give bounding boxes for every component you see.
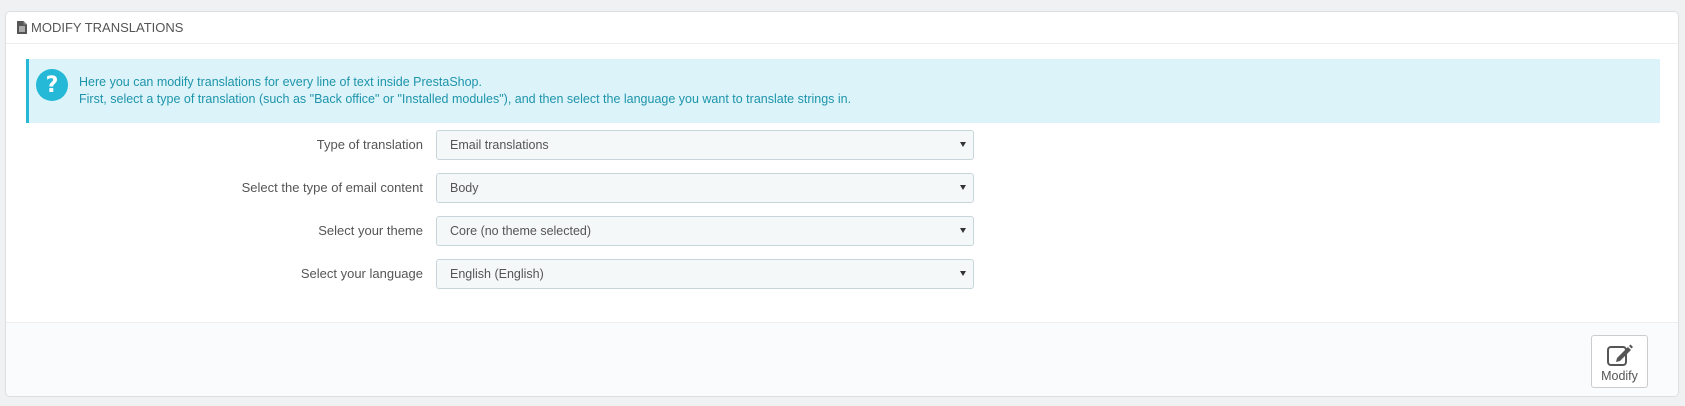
- panel-heading: MODIFY TRANSLATIONS: [6, 12, 1678, 44]
- theme-label: Select your theme: [318, 223, 423, 238]
- email-content-value: Body: [450, 181, 479, 195]
- form-row-language: Select your language English (English): [6, 259, 1678, 289]
- alert-line-2: First, select a type of translation (suc…: [79, 92, 852, 106]
- form-row-theme: Select your theme Core (no theme selecte…: [6, 216, 1678, 246]
- email-content-label: Select the type of email content: [241, 180, 423, 195]
- theme-select[interactable]: Core (no theme selected): [436, 216, 974, 246]
- caret-down-icon: [960, 228, 966, 233]
- caret-down-icon: [960, 142, 966, 147]
- translation-type-label: Type of translation: [316, 137, 423, 152]
- language-value: English (English): [450, 267, 544, 281]
- info-alert: ? Here you can modify translations for e…: [26, 59, 1660, 123]
- email-content-select[interactable]: Body: [436, 173, 974, 203]
- language-select[interactable]: English (English): [436, 259, 974, 289]
- modify-label: Modify: [1601, 369, 1638, 383]
- document-icon: [17, 21, 27, 34]
- translation-type-select[interactable]: Email translations: [436, 130, 974, 160]
- caret-down-icon: [960, 271, 966, 276]
- question-icon: ?: [36, 69, 68, 101]
- panel-title: MODIFY TRANSLATIONS: [31, 20, 184, 35]
- caret-down-icon: [960, 185, 966, 190]
- edit-icon: [1606, 344, 1633, 366]
- panel-footer: Modify: [6, 322, 1678, 396]
- theme-value: Core (no theme selected): [450, 224, 592, 238]
- form-row-translation-type: Type of translation Email translations: [6, 130, 1678, 160]
- form-row-email-content: Select the type of email content Body: [6, 173, 1678, 203]
- language-label: Select your language: [300, 266, 423, 281]
- modify-button[interactable]: Modify: [1591, 335, 1648, 388]
- translation-type-value: Email translations: [450, 138, 549, 152]
- translations-panel: MODIFY TRANSLATIONS ? Here you can modif…: [5, 11, 1679, 397]
- alert-line-1: Here you can modify translations for eve…: [79, 75, 482, 89]
